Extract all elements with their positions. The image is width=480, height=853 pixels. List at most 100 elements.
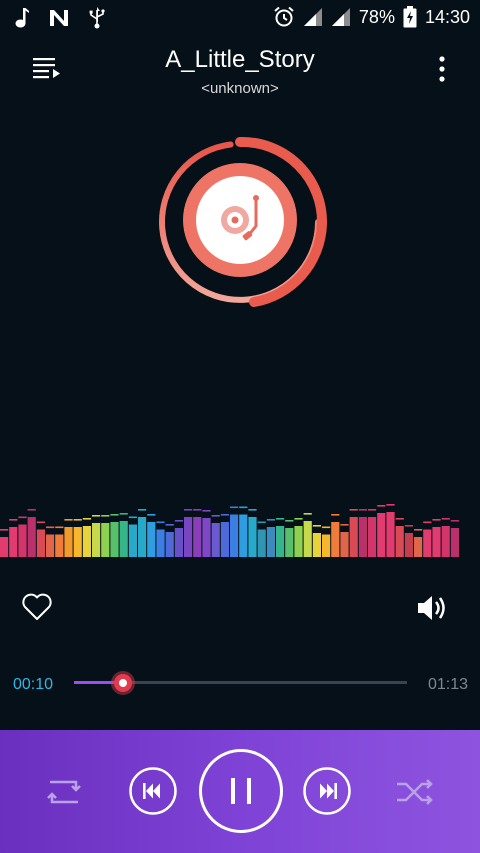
visualizer-peak bbox=[239, 506, 248, 509]
visualizer-peak bbox=[147, 514, 156, 516]
visualizer-peak bbox=[230, 506, 239, 509]
visualizer-peak bbox=[322, 526, 331, 529]
visualizer-peak bbox=[248, 509, 257, 511]
visualizer-bar bbox=[27, 517, 36, 557]
current-time: 00:10 bbox=[13, 676, 54, 693]
visualizer-bar bbox=[386, 512, 395, 557]
visualizer-peak bbox=[64, 519, 73, 521]
visualizer-bar bbox=[128, 524, 137, 557]
visualizer-bar bbox=[220, 522, 229, 557]
visualizer-bar bbox=[119, 521, 128, 557]
visualizer-peak bbox=[156, 521, 165, 524]
visualizer-peak bbox=[193, 509, 202, 511]
status-bar: 78% 14:30 bbox=[0, 0, 480, 34]
skip-next-button[interactable] bbox=[303, 767, 351, 815]
playback-controls bbox=[0, 730, 480, 853]
visualizer-bar bbox=[276, 526, 285, 557]
audio-visualizer bbox=[0, 504, 459, 557]
repeat-icon[interactable] bbox=[44, 778, 84, 806]
visualizer-bar bbox=[211, 523, 220, 557]
skip-previous-button[interactable] bbox=[129, 767, 177, 815]
visualizer-bar bbox=[358, 517, 367, 557]
visualizer-peak bbox=[92, 515, 101, 517]
visualizer-peak bbox=[349, 509, 358, 511]
seek-thumb[interactable] bbox=[110, 670, 136, 696]
visualizer-bar bbox=[64, 527, 73, 557]
visualizer-peak bbox=[414, 529, 423, 531]
visualizer-peak bbox=[276, 518, 285, 520]
visualizer-peak bbox=[266, 519, 275, 521]
visualizer-peak bbox=[110, 514, 119, 516]
visualizer-bar bbox=[331, 522, 340, 557]
visualizer-bar bbox=[450, 528, 459, 557]
pause-button[interactable] bbox=[198, 748, 284, 834]
clock: 14:30 bbox=[424, 6, 470, 27]
visualizer-bar bbox=[82, 526, 91, 557]
visualizer-bar bbox=[285, 528, 294, 557]
visualizer-bar bbox=[36, 529, 45, 557]
shuffle-icon[interactable] bbox=[394, 776, 436, 808]
heart-icon[interactable] bbox=[20, 590, 54, 624]
visualizer-peak bbox=[358, 509, 367, 511]
visualizer-bar bbox=[395, 526, 404, 557]
pause-icon bbox=[231, 778, 251, 804]
album-art-disc bbox=[159, 136, 328, 307]
visualizer-bar bbox=[55, 534, 64, 557]
visualizer-peak bbox=[340, 524, 349, 526]
visualizer-bar bbox=[432, 527, 441, 557]
visualizer-peak bbox=[55, 526, 64, 529]
visualizer-peak bbox=[36, 521, 45, 524]
visualizer-bar bbox=[18, 524, 27, 557]
visualizer-bar bbox=[441, 526, 450, 557]
signal-icon bbox=[303, 8, 322, 26]
visualizer-bar bbox=[266, 527, 275, 557]
visualizer-bar bbox=[340, 532, 349, 557]
visualizer-bar bbox=[202, 518, 211, 557]
visualizer-peak bbox=[119, 513, 128, 515]
battery-percentage: 78% bbox=[358, 6, 395, 27]
n-icon bbox=[50, 10, 68, 26]
usb-icon bbox=[89, 7, 105, 29]
visualizer-bar bbox=[184, 517, 193, 557]
visualizer-peak bbox=[18, 516, 27, 519]
visualizer-bar bbox=[248, 517, 257, 557]
visualizer-peak bbox=[138, 509, 147, 511]
visualizer-peak bbox=[377, 505, 386, 507]
visualizer-bar bbox=[46, 534, 55, 557]
visualizer-peak bbox=[202, 510, 211, 512]
volume-icon[interactable] bbox=[414, 590, 450, 626]
visualizer-bar bbox=[349, 517, 358, 557]
visualizer-bar bbox=[193, 517, 202, 557]
visualizer-peak bbox=[423, 521, 432, 524]
visualizer-bar bbox=[73, 527, 82, 557]
visualizer-peak bbox=[73, 519, 82, 521]
visualizer-bar bbox=[368, 517, 377, 557]
visualizer-bar bbox=[423, 529, 432, 557]
visualizer-peak bbox=[285, 520, 294, 522]
visualizer-peak bbox=[220, 514, 229, 516]
battery-icon bbox=[403, 6, 417, 28]
visualizer-bar bbox=[230, 514, 239, 557]
visualizer-peak bbox=[404, 525, 413, 527]
status-bar-left bbox=[14, 6, 106, 30]
music-note-icon bbox=[15, 8, 29, 28]
visualizer-bar bbox=[294, 526, 303, 557]
more-options-icon[interactable] bbox=[432, 54, 452, 84]
visualizer-peak bbox=[450, 520, 459, 522]
alarm-icon bbox=[274, 6, 294, 27]
visualizer-bar bbox=[174, 528, 183, 557]
visualizer-peak bbox=[331, 514, 340, 516]
total-time: 01:13 bbox=[428, 676, 469, 693]
visualizer-bar bbox=[147, 522, 156, 557]
visualizer-peak bbox=[294, 518, 303, 520]
visualizer-peak bbox=[257, 521, 266, 524]
visualizer-bar bbox=[257, 529, 266, 557]
visualizer-bar bbox=[165, 532, 174, 557]
signal-icon bbox=[331, 8, 350, 26]
visualizer-peak bbox=[27, 509, 36, 511]
visualizer-bar bbox=[92, 523, 101, 557]
visualizer-bar bbox=[404, 533, 413, 557]
visualizer-peak bbox=[174, 520, 183, 522]
visualizer-peak bbox=[386, 504, 395, 506]
visualizer-peak bbox=[432, 519, 441, 521]
